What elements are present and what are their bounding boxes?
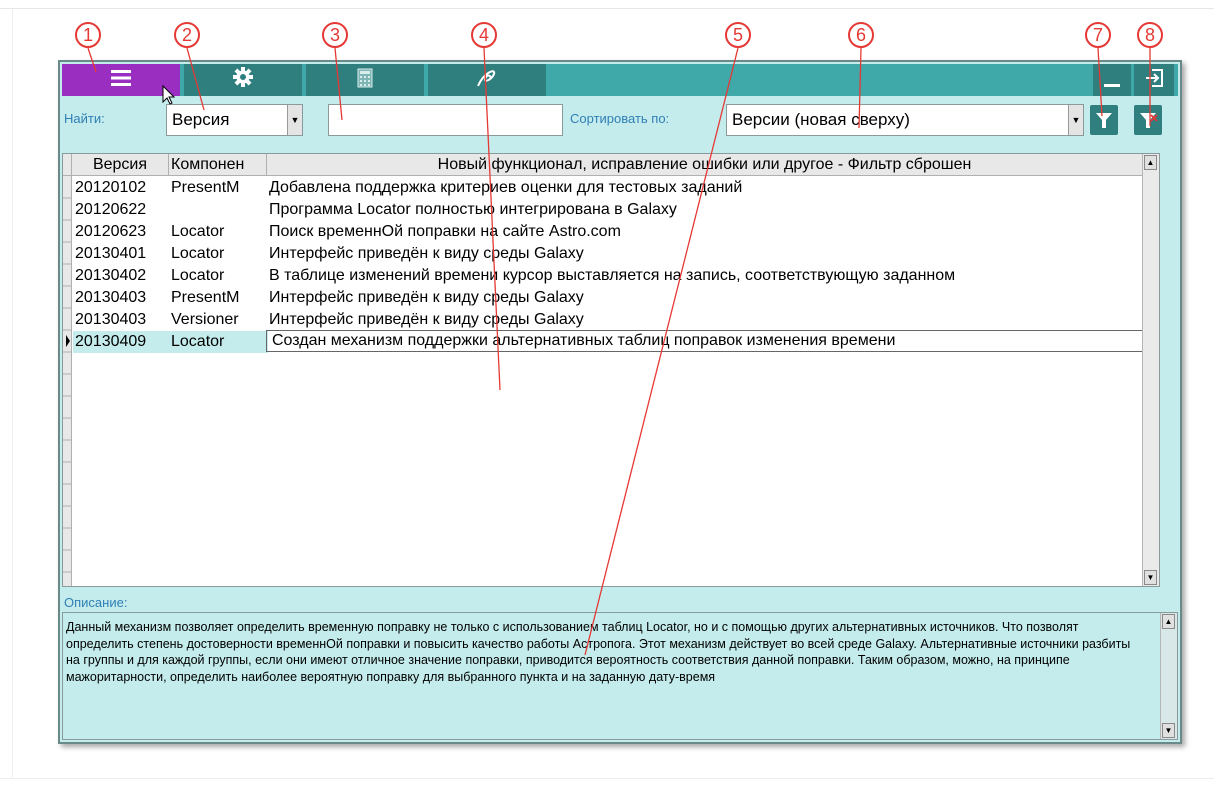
scroll-up-icon[interactable]: ▲ [1162,614,1175,629]
filter-icon [1090,113,1118,139]
cell-description[interactable]: Программа Locator полностью интегрирован… [269,199,1141,221]
scroll-up-icon[interactable]: ▲ [1144,155,1157,170]
cell-version[interactable]: 20130409 [73,331,170,353]
search-input[interactable] [328,104,563,136]
cell-description[interactable]: Добавлена поддержка критериев оценки для… [269,177,1141,199]
cell-version[interactable]: 20130401 [75,243,167,265]
cell-component[interactable] [171,199,266,221]
callout-8: 8 [1137,22,1163,48]
description-text[interactable]: Данный механизм позволяет определить вре… [66,619,1146,685]
scroll-down-icon[interactable]: ▼ [1144,570,1157,585]
app-window: Найти: Версия ▼ Сортировать по: Версии (… [58,60,1182,744]
callout-6: 6 [848,22,874,48]
cell-description[interactable]: Поиск временнОй поправки на сайте Astro.… [269,221,1141,243]
filter-reset-icon [1134,113,1162,139]
header-indicator [63,154,72,176]
column-header-version[interactable]: Версия [72,154,169,176]
cell-component[interactable]: Locator [171,265,266,287]
calculator-icon [357,65,373,97]
scroll-down-icon[interactable]: ▼ [1162,723,1175,738]
cell-component[interactable]: PresentM [171,177,266,199]
find-label: Найти: [64,111,105,126]
versions-table: Версия Компонен Новый функционал, исправ… [62,153,1160,587]
toolbar [62,64,1178,96]
callout-5: 5 [725,22,751,48]
callout-1: 1 [75,22,101,48]
cell-version[interactable]: 20130403 [75,309,167,331]
description-scrollbar[interactable]: ▲ ▼ [1160,613,1177,739]
calculator-button[interactable] [306,64,424,96]
table-scrollbar[interactable]: ▲ ▼ [1142,154,1159,586]
cell-version[interactable]: 20130403 [75,287,167,309]
bottom-border [0,778,1214,779]
cell-component[interactable]: Versioner [171,309,266,331]
galaxy-logo-icon [474,65,500,97]
list-icon [110,65,132,97]
callout-2: 2 [174,22,200,48]
description-box[interactable]: Данный механизм позволяет определить вре… [62,612,1178,740]
minimize-icon [1103,65,1121,97]
cell-description[interactable]: Интерфейс приведён к виду среды Galaxy [269,243,1141,265]
cell-component[interactable]: Locator [171,243,266,265]
column-header-component[interactable]: Компонен [169,154,267,176]
row-indicator-lines [63,197,72,573]
left-border [12,8,13,778]
cell-version[interactable]: 20130402 [75,265,167,287]
column-header-description[interactable]: Новый функционал, исправление ошибки или… [267,154,1143,176]
sort-select[interactable]: Версии (новая сверху) ▼ [726,104,1084,136]
chevron-down-icon[interactable]: ▼ [1068,105,1083,135]
chevron-down-icon[interactable]: ▼ [287,105,302,135]
gear-icon [232,65,254,97]
sort-value: Версии (новая сверху) [732,110,910,129]
cell-description[interactable]: Интерфейс приведён к виду среды Galaxy [269,309,1141,331]
callout-7: 7 [1085,22,1111,48]
menu-button[interactable] [62,64,180,96]
sort-label: Сортировать по: [570,111,670,126]
cell-component[interactable]: Locator [171,221,266,243]
exit-icon [1144,65,1164,97]
cell-description[interactable]: В таблице изменений времени курсор выста… [269,265,1141,287]
cell-component[interactable]: PresentM [171,287,266,309]
description-label: Описание: [64,595,128,610]
settings-button[interactable] [184,64,302,96]
reset-filter-button[interactable] [1134,105,1162,135]
top-border [0,8,1214,9]
callout-4: 4 [471,22,497,48]
cell-description-editor[interactable]: Создан механизм поддержки альтернативных… [266,330,1148,352]
cell-version[interactable]: 20120102 [75,177,167,199]
exit-button[interactable] [1134,64,1174,96]
find-field-select[interactable]: Версия ▼ [166,104,303,136]
cell-description[interactable]: Интерфейс приведён к виду среды Galaxy [269,287,1141,309]
callout-3: 3 [322,22,348,48]
minimize-button[interactable] [1093,64,1131,96]
cell-version[interactable]: 20120623 [75,221,167,243]
cell-component[interactable]: Locator [169,331,268,353]
galaxy-button[interactable] [428,64,546,96]
find-field-value: Версия [172,110,230,129]
filter-button[interactable] [1090,105,1118,135]
cell-version[interactable]: 20120622 [75,199,167,221]
